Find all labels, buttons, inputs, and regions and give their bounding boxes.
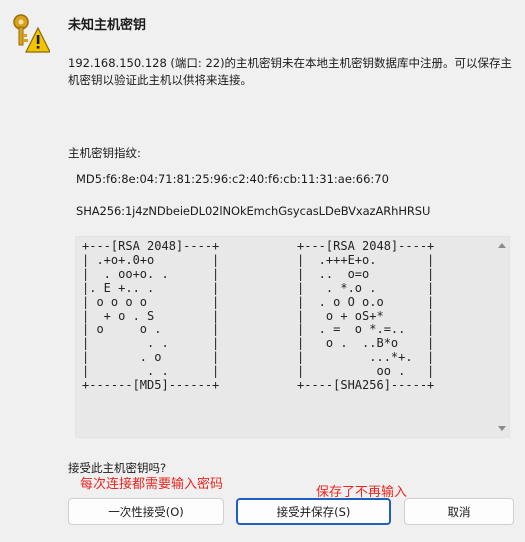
randomart-md5: +---[RSA 2048]----+ | .+o+.0+o | | . oo+… [82, 239, 220, 393]
vertical-scrollbar[interactable] [495, 237, 509, 437]
scroll-down-arrow-icon[interactable] [498, 426, 506, 431]
md5-fingerprint: MD5:f6:8e:04:71:81:25:96:c2:40:f6:cb:11:… [76, 172, 389, 186]
randomart-sha256: +---[RSA 2048]----+ | .+++E+o. | | .. o=… [297, 239, 435, 393]
annotation-left: 每次连接都需要输入密码 [80, 477, 224, 492]
fingerprint-label: 主机密钥指纹: [68, 146, 141, 160]
accept-and-save-button[interactable]: 接受并保存(S) [236, 498, 391, 525]
sha256-fingerprint: SHA256:1j4zNDbeieDL02lNOkEmchGsycasLDeBV… [76, 204, 431, 218]
dialog-title: 未知主机密钥 [68, 18, 147, 33]
scroll-up-arrow-icon[interactable] [498, 243, 506, 248]
dialog-message: 192.168.150.128 (端口: 22)的主机密钥未在本地主机密钥数据库… [68, 56, 513, 87]
randomart-panel: +---[RSA 2048]----+ | .+o+.0+o | | . oo+… [75, 236, 510, 438]
key-warning-icon [10, 12, 51, 54]
accept-once-button[interactable]: 一次性接受(O) [68, 498, 224, 525]
cancel-button[interactable]: 取消 [404, 498, 514, 525]
